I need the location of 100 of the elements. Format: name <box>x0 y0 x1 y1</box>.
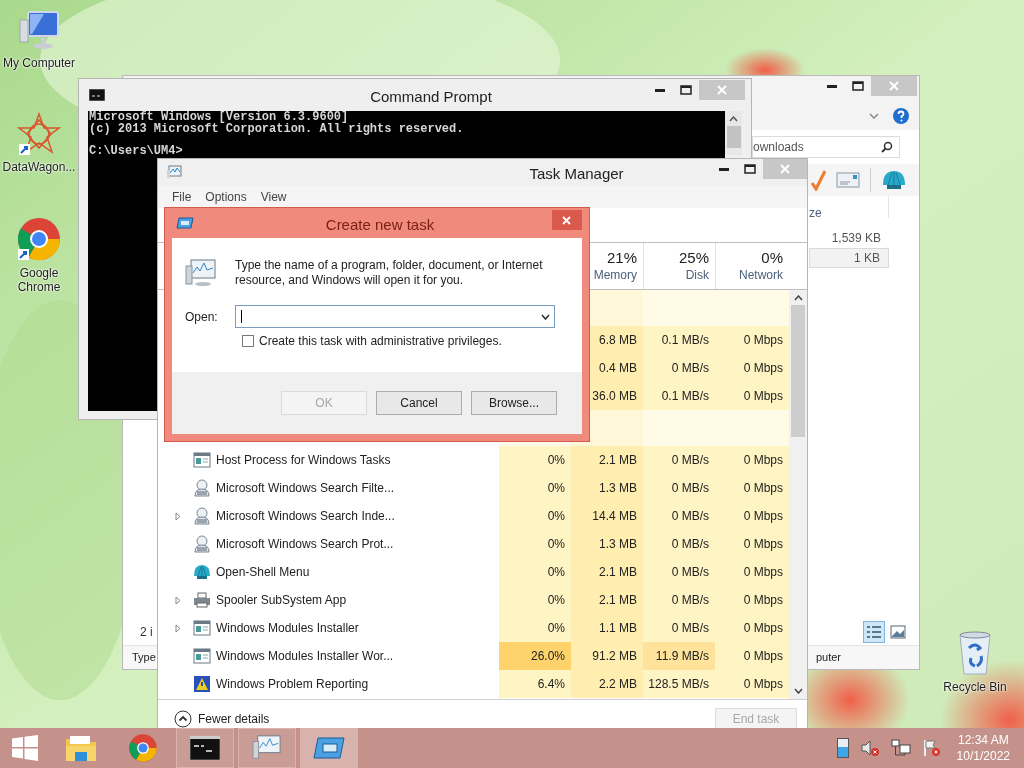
chrome-icon <box>128 733 158 763</box>
scroll-up-icon <box>793 295 803 301</box>
speaker-muted-icon[interactable] <box>860 739 879 757</box>
task-manager-icon <box>166 165 182 179</box>
close-icon <box>780 164 790 174</box>
memory-cell: 91.2 MB <box>571 642 643 670</box>
network-cell: 0 Mbps <box>715 326 789 354</box>
process-row[interactable]: Microsoft Windows Search Inde... 0% 14.4 MB 0 MB/s 0 Mbps <box>158 502 789 530</box>
process-name: Microsoft Windows Search Prot... <box>216 536 394 553</box>
maximize-icon <box>852 81 864 91</box>
column-header[interactable]: 25% Disk <box>643 243 715 289</box>
expand-arrow-icon[interactable] <box>175 511 181 521</box>
menu-item[interactable]: Options <box>205 188 247 206</box>
dialog-button[interactable]: Browse... <box>471 391 557 415</box>
console-prompt: C:\Users\UM4> <box>89 145 184 157</box>
maximize-icon <box>680 85 692 95</box>
menu-item[interactable]: File <box>172 188 192 206</box>
checkbox-label[interactable]: Create this task with administrative privileges. <box>259 332 502 350</box>
desktop-icon-label[interactable]: Google Chrome <box>0 266 78 294</box>
chevron-up-circle-icon[interactable] <box>174 710 192 728</box>
disk-cell: 0 MB/s <box>643 558 715 586</box>
shell-icon <box>193 564 211 580</box>
disk-cell: 0 MB/s <box>643 502 715 530</box>
scrollbar[interactable] <box>725 111 742 155</box>
network-cell: 0 Mbps <box>715 354 789 382</box>
memory-cell: 2.1 MB <box>571 558 643 586</box>
window-title: Command Prompt <box>369 87 492 107</box>
minimize-icon <box>655 88 665 92</box>
recycle-bin-icon <box>957 630 993 676</box>
envelope-icon[interactable] <box>836 172 860 188</box>
column-header[interactable]: ze <box>809 206 822 220</box>
flag-icon[interactable] <box>922 739 941 757</box>
checkbox[interactable] <box>242 335 254 347</box>
process-row[interactable]: Microsoft Windows Search Prot... 0% 1.3 MB 0 MB/s 0 Mbps <box>158 530 789 558</box>
taskbar-button[interactable] <box>176 728 234 768</box>
close-button[interactable] <box>552 210 582 230</box>
preview-icon <box>890 625 906 639</box>
cpu-cell: 0% <box>499 502 571 530</box>
checkmark-icon[interactable] <box>810 169 826 191</box>
network-cell: 0 Mbps <box>715 446 789 474</box>
disk-cell: 0.1 MB/s <box>643 326 715 354</box>
process-row[interactable]: Windows Problem Reporting 6.4% 2.2 MB 128.5 MB/s 0 Mbps <box>158 670 789 698</box>
process-name: Open-Shell Menu <box>216 564 310 581</box>
file-row[interactable]: 1,539 KB <box>809 228 889 248</box>
process-row[interactable]: Windows Modules Installer Wor... 26.0% 91.2 MB 11.9 MB/s 0 Mbps <box>158 642 789 670</box>
cpu-cell: 0% <box>499 474 571 502</box>
dialog-icon <box>313 737 345 759</box>
disk-cell: 0 MB/s <box>643 354 715 382</box>
user-search-icon <box>193 507 211 525</box>
network-cell: 0 Mbps <box>715 502 789 530</box>
network-cell: 0 Mbps <box>715 642 789 670</box>
cpu-cell: 0% <box>499 446 571 474</box>
process-row[interactable]: Microsoft Windows Search Filte... 0% 1.3 MB 0 MB/s 0 Mbps <box>158 474 789 502</box>
window-icon <box>193 452 211 468</box>
network-cell: 0 Mbps <box>715 474 789 502</box>
desktop-icon-label[interactable]: My Computer <box>0 56 78 70</box>
network-cell: 0 Mbps <box>715 614 789 642</box>
console-icon <box>89 89 105 101</box>
menu-item[interactable]: View <box>260 188 287 206</box>
console-line: (c) 2013 Microsoft Corporation. All rights reserved. <box>89 123 465 135</box>
console-line: Microsoft Windows [Version 6.3.9600] <box>89 111 349 123</box>
desktop-icon-label[interactable]: DataWagon... <box>0 160 78 174</box>
process-row[interactable]: Open-Shell Menu 0% 2.1 MB 0 MB/s 0 Mbps <box>158 558 789 586</box>
memory-cell: 1.3 MB <box>571 530 643 558</box>
disk-cell: 0 MB/s <box>643 446 715 474</box>
cpu-cell: 0% <box>499 530 571 558</box>
details-label: Type <box>132 650 156 666</box>
chevron-down-icon[interactable] <box>869 113 879 119</box>
fewer-details-link[interactable]: Fewer details <box>198 712 270 726</box>
chrome-icon <box>16 216 62 262</box>
memory-cell: 1.1 MB <box>571 614 643 642</box>
battery-icon[interactable] <box>836 738 849 758</box>
expand-arrow-icon[interactable] <box>175 623 181 633</box>
details-view-button[interactable] <box>863 621 885 643</box>
window-icon <box>193 620 211 636</box>
desktop-icon-label[interactable]: Recycle Bin <box>936 680 1014 694</box>
file-row[interactable]: 1 KB <box>809 248 889 268</box>
search-field[interactable]: ownloads <box>752 136 900 158</box>
shell-icon[interactable] <box>881 169 907 191</box>
disk-cell: 128.5 MB/s <box>643 670 715 698</box>
maximize-icon <box>744 164 756 174</box>
memory-cell: 2.2 MB <box>571 670 643 698</box>
memory-cell: 14.4 MB <box>571 502 643 530</box>
search-icon <box>881 141 893 153</box>
help-icon[interactable] <box>893 108 909 124</box>
open-combobox[interactable] <box>235 305 555 328</box>
scrollbar[interactable] <box>789 290 807 699</box>
dialog-button[interactable]: Cancel <box>376 391 462 415</box>
network-cell: 0 Mbps <box>715 558 789 586</box>
process-row[interactable]: Windows Modules Installer 0% 1.1 MB 0 MB/s 0 Mbps <box>158 614 789 642</box>
network-icon[interactable] <box>890 739 911 757</box>
memory-cell: 1.3 MB <box>571 474 643 502</box>
scroll-down-icon <box>793 688 803 694</box>
column-header[interactable]: 0% Network <box>715 243 789 289</box>
process-row[interactable]: Host Process for Windows Tasks 0% 2.1 MB 0 MB/s 0 Mbps <box>158 446 789 474</box>
process-row[interactable]: Spooler SubSystem App 0% 2.1 MB 0 MB/s 0 Mbps <box>158 586 789 614</box>
minimize-icon <box>827 84 837 88</box>
status-text: 2 i <box>140 624 153 641</box>
expand-arrow-icon[interactable] <box>175 595 181 605</box>
user-search-icon <box>193 535 211 553</box>
